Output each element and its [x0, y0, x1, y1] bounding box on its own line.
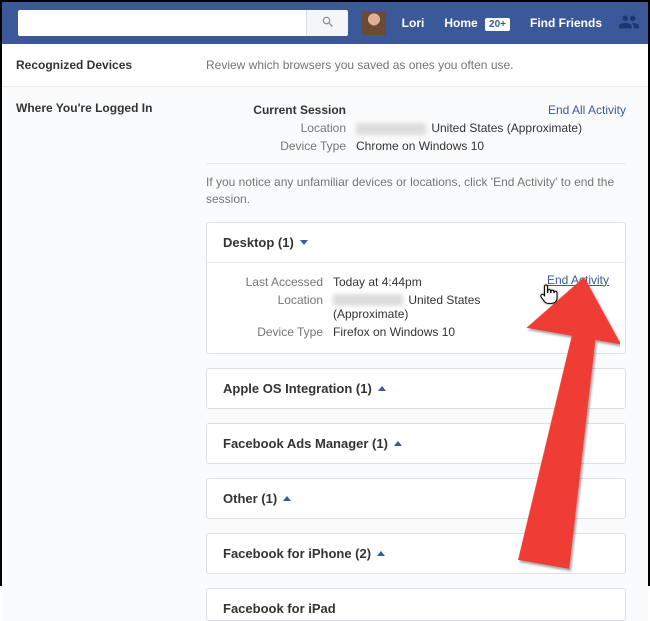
device-card-iphone: Facebook for iPhone (2) [206, 533, 626, 574]
device-card-header[interactable]: Facebook for iPhone (2) [207, 534, 625, 573]
security-notice: If you notice any unfamiliar devices or … [206, 174, 626, 208]
device-card-header[interactable]: Apple OS Integration (1) [207, 369, 625, 408]
end-activity-link[interactable]: End Activity [547, 273, 609, 287]
device-card-desktop: Desktop (1) End Activity Last Accessed T… [206, 222, 626, 354]
search-input[interactable] [18, 10, 306, 36]
friend-requests-icon[interactable] [618, 11, 640, 36]
home-link[interactable]: Home 20+ [444, 16, 510, 31]
device-type-value: Chrome on Windows 10 [356, 139, 626, 153]
logged-in-content: Current Session End All Activity Locatio… [206, 101, 648, 621]
device-card-header[interactable]: Facebook for iPad [207, 589, 625, 620]
recognized-devices-row: Recognized Devices Review which browsers… [2, 44, 648, 87]
card-title: Desktop (1) [223, 235, 294, 250]
device-card-header[interactable]: Desktop (1) [207, 223, 625, 262]
chevron-up-icon [378, 386, 386, 391]
device-type-label: Device Type [206, 139, 356, 153]
redacted-location [333, 294, 403, 306]
device-card-apple-os: Apple OS Integration (1) [206, 368, 626, 409]
device-card-ads-manager: Facebook Ads Manager (1) [206, 423, 626, 464]
card-title: Facebook Ads Manager (1) [223, 436, 388, 451]
chevron-up-icon [377, 551, 385, 556]
chevron-up-icon [283, 496, 291, 501]
device-card-other: Other (1) [206, 478, 626, 519]
device-card-header[interactable]: Facebook Ads Manager (1) [207, 424, 625, 463]
card-title: Other (1) [223, 491, 277, 506]
current-session-label: Current Session [206, 103, 356, 117]
device-card-body: End Activity Last Accessed Today at 4:44… [207, 262, 625, 353]
search-icon [321, 15, 335, 32]
avatar[interactable] [362, 11, 386, 35]
logged-in-section: Where You're Logged In Current Session E… [2, 87, 648, 621]
chevron-up-icon [394, 441, 402, 446]
separator [206, 163, 626, 164]
card-title: Facebook for iPhone (2) [223, 546, 371, 561]
header-right: Lori Home 20+ Find Friends [362, 11, 640, 36]
recognized-devices-label: Recognized Devices [16, 58, 206, 72]
home-label: Home [444, 16, 477, 30]
last-accessed-label: Last Accessed [223, 275, 333, 289]
find-friends-link[interactable]: Find Friends [530, 16, 602, 30]
session-location-value: United States (Approximate) [333, 293, 609, 321]
search-wrap [18, 10, 348, 36]
search-button[interactable] [306, 10, 348, 36]
end-all-activity-link[interactable]: End All Activity [548, 103, 626, 117]
chevron-down-icon [300, 240, 308, 245]
profile-link[interactable]: Lori [402, 16, 425, 30]
session-device-value: Firefox on Windows 10 [333, 325, 609, 339]
logged-in-label: Where You're Logged In [16, 101, 206, 621]
location-value: United States (Approximate) [356, 121, 626, 135]
device-card-header[interactable]: Other (1) [207, 479, 625, 518]
redacted-location [356, 123, 426, 135]
notification-badge: 20+ [485, 18, 510, 31]
session-location-label: Location [223, 293, 333, 321]
card-title: Apple OS Integration (1) [223, 381, 372, 396]
header-bar: Lori Home 20+ Find Friends [2, 2, 648, 44]
location-label: Location [206, 121, 356, 135]
recognized-devices-desc: Review which browsers you saved as ones … [206, 58, 514, 72]
session-device-label: Device Type [223, 325, 333, 339]
device-card-ipad: Facebook for iPad [206, 588, 626, 621]
card-title: Facebook for iPad [223, 601, 336, 616]
